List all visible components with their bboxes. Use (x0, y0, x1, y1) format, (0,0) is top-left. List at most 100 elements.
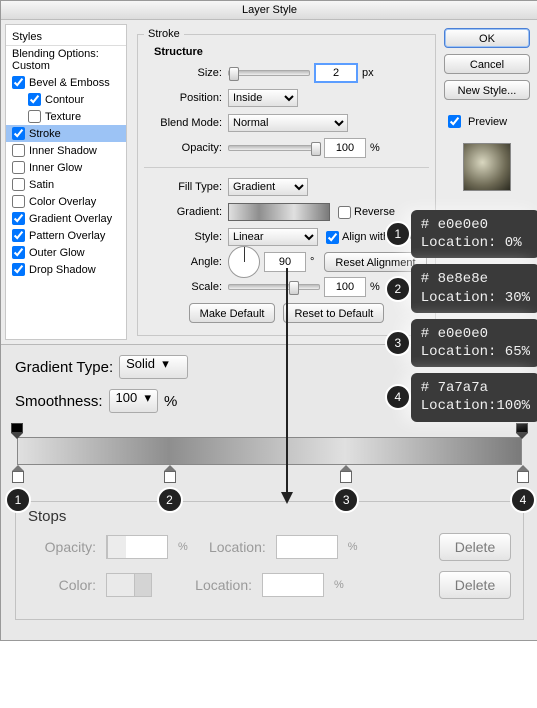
stroke-legend: Stroke (144, 28, 184, 40)
filltype-select[interactable]: Gradient (228, 178, 308, 196)
style-checkbox[interactable] (12, 144, 25, 157)
color-stop[interactable]: 2 (157, 465, 183, 513)
angle-unit: ° (310, 256, 314, 268)
tip-loc: Location: 0% (421, 234, 530, 252)
stop-location1-input[interactable] (276, 535, 338, 559)
gradient-type-select[interactable]: Solid ▾ (119, 355, 188, 379)
stop-opacity-input[interactable] (106, 535, 168, 559)
blending-options-row[interactable]: Blending Options: Custom (6, 46, 126, 74)
stop-location2-label: Location: (184, 577, 252, 593)
styles-header[interactable]: Styles (6, 29, 126, 46)
style-row-inner-shadow[interactable]: Inner Shadow (6, 142, 126, 159)
stop-location2-input[interactable] (262, 573, 324, 597)
scale-unit: % (370, 281, 380, 293)
size-slider[interactable] (228, 70, 310, 76)
color-stop[interactable]: 4 (510, 465, 536, 513)
tip-number: 4 (385, 384, 411, 410)
size-unit: px (362, 67, 374, 79)
style-label: Texture (45, 111, 81, 123)
style-label: Satin (29, 179, 54, 191)
blend-mode-select[interactable]: Normal (228, 114, 348, 132)
color-stop[interactable]: 3 (333, 465, 359, 513)
style-checkbox[interactable] (28, 110, 41, 123)
filltype-label: Fill Type: (144, 181, 222, 193)
opacity-slider[interactable] (228, 145, 320, 151)
style-row-satin[interactable]: Satin (6, 176, 126, 193)
style-select[interactable]: Linear (228, 228, 318, 246)
gradient-type-label: Gradient Type: (15, 359, 113, 376)
stop-opacity-unit: % (178, 541, 188, 553)
size-input[interactable] (314, 63, 358, 83)
style-checkbox[interactable] (12, 127, 25, 140)
tip-hex: # 8e8e8e (421, 270, 530, 288)
scale-slider[interactable] (228, 284, 320, 290)
preview-checkbox[interactable] (448, 115, 461, 128)
style-row-color-overlay[interactable]: Color Overlay (6, 193, 126, 210)
delete-opacity-stop-button[interactable]: Delete (439, 533, 511, 561)
opacity-stop[interactable] (11, 423, 23, 439)
style-label: Outer Glow (29, 247, 85, 259)
align-checkbox[interactable] (326, 231, 339, 244)
scale-input[interactable] (324, 277, 366, 297)
style-row-inner-glow[interactable]: Inner Glow (6, 159, 126, 176)
gradient-tip: 2# 8e8e8eLocation: 30% (411, 264, 537, 312)
style-row-texture[interactable]: Texture (6, 108, 126, 125)
gradient-preview-bar[interactable] (17, 437, 522, 465)
reset-to-default-button[interactable]: Reset to Default (283, 303, 384, 323)
style-label: Bevel & Emboss (29, 77, 110, 89)
style-checkbox[interactable] (12, 246, 25, 259)
tip-hex: # e0e0e0 (421, 325, 530, 343)
style-checkbox[interactable] (12, 195, 25, 208)
style-row-drop-shadow[interactable]: Drop Shadow (6, 261, 126, 278)
stop-location1-label: Location: (198, 539, 266, 555)
structure-label: Structure (154, 46, 429, 58)
new-style-button[interactable]: New Style... (444, 80, 530, 100)
gradient-swatch[interactable] (228, 203, 330, 221)
angle-dial[interactable] (228, 246, 260, 278)
opacity-input[interactable] (324, 138, 366, 158)
opacity-stop[interactable] (516, 423, 528, 439)
ok-button[interactable]: OK (444, 28, 530, 48)
style-checkbox[interactable] (12, 212, 25, 225)
style-row-stroke[interactable]: Stroke (6, 125, 126, 142)
position-select[interactable]: Inside (228, 89, 298, 107)
opacity-unit: % (370, 142, 380, 154)
stop-opacity-label: Opacity: (28, 539, 96, 555)
style-checkbox[interactable] (28, 93, 41, 106)
style-checkbox[interactable] (12, 178, 25, 191)
tip-number: 3 (385, 330, 411, 356)
style-checkbox[interactable] (12, 263, 25, 276)
style-label: Contour (45, 94, 84, 106)
style-row-pattern-overlay[interactable]: Pattern Overlay (6, 227, 126, 244)
smoothness-input[interactable]: 100 ▾ (109, 389, 158, 413)
style-label: Style: (144, 231, 222, 243)
reverse-checkbox[interactable] (338, 206, 351, 219)
style-checkbox[interactable] (12, 229, 25, 242)
gradient-tip: 3# e0e0e0Location: 65% (411, 319, 537, 367)
tip-number: 1 (385, 221, 411, 247)
style-checkbox[interactable] (12, 161, 25, 174)
gradient-tip: 4# 7a7a7aLocation:100% (411, 373, 537, 421)
smoothness-label: Smoothness: (15, 393, 103, 410)
style-row-outer-glow[interactable]: Outer Glow (6, 244, 126, 261)
delete-color-stop-button[interactable]: Delete (439, 571, 511, 599)
style-label: Stroke (29, 128, 61, 140)
color-stop[interactable]: 1 (5, 465, 31, 513)
opacity-label: Opacity: (144, 142, 222, 154)
position-label: Position: (144, 92, 222, 104)
stop-color-swatch[interactable] (106, 573, 152, 597)
size-label: Size: (144, 67, 222, 79)
angle-input[interactable] (264, 252, 306, 272)
color-stop-number: 3 (333, 487, 359, 513)
blend-mode-label: Blend Mode: (144, 117, 222, 129)
style-label: Inner Shadow (29, 145, 97, 157)
gradient-tooltips: 1# e0e0e0Location: 0%2# 8e8e8eLocation: … (411, 210, 537, 422)
smoothness-unit: % (164, 393, 177, 410)
tip-hex: # 7a7a7a (421, 379, 530, 397)
make-default-button[interactable]: Make Default (189, 303, 276, 323)
style-row-bevel-emboss[interactable]: Bevel & Emboss (6, 74, 126, 91)
style-checkbox[interactable] (12, 76, 25, 89)
style-row-gradient-overlay[interactable]: Gradient Overlay (6, 210, 126, 227)
style-row-contour[interactable]: Contour (6, 91, 126, 108)
cancel-button[interactable]: Cancel (444, 54, 530, 74)
